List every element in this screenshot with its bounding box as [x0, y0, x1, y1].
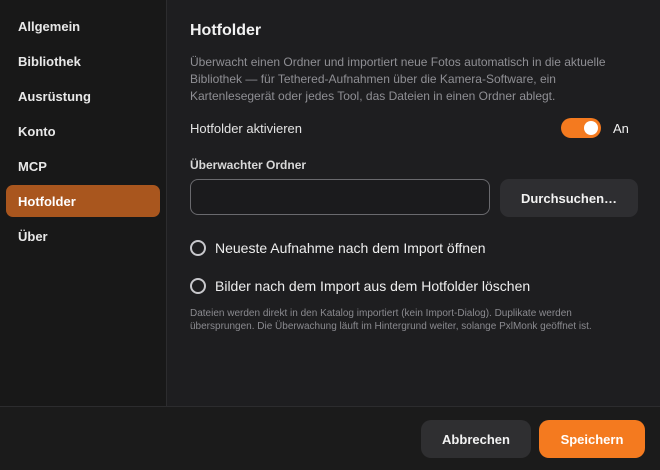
dialog-footer: Abbrechen Speichern: [0, 406, 660, 470]
page-title: Hotfolder: [190, 22, 262, 39]
option-delete-after-import-label: Bilder nach dem Import aus dem Hotfolder…: [215, 278, 531, 294]
sidebar-item-allgemein[interactable]: Allgemein: [6, 10, 160, 42]
cancel-button[interactable]: Abbrechen: [421, 420, 531, 458]
toggle-state-label: An: [613, 121, 629, 136]
hotfolder-toggle-label: Hotfolder aktivieren: [190, 121, 302, 136]
settings-sidebar: Allgemein Bibliothek Ausrüstung Konto MC…: [0, 0, 167, 406]
sidebar-item-mcp[interactable]: MCP: [6, 150, 160, 182]
sidebar-item-hotfolder[interactable]: Hotfolder: [6, 185, 160, 217]
sidebar-item-konto[interactable]: Konto: [6, 115, 160, 147]
sidebar-item-bibliothek[interactable]: Bibliothek: [6, 45, 160, 77]
option-delete-after-import[interactable]: Bilder nach dem Import aus dem Hotfolder…: [190, 276, 530, 296]
toggle-knob: [584, 121, 598, 135]
browse-button[interactable]: Durchsuchen…: [500, 179, 638, 217]
hotfolder-toggle-row: Hotfolder aktivieren An: [190, 118, 632, 138]
settings-panel: Hotfolder Überwacht einen Ordner und imp…: [168, 0, 660, 406]
sidebar-item-ausruestung[interactable]: Ausrüstung: [6, 80, 160, 112]
option-open-latest-label: Neueste Aufnahme nach dem Import öffnen: [215, 240, 486, 256]
sidebar-item-ueber[interactable]: Über: [6, 220, 160, 252]
save-button[interactable]: Speichern: [539, 420, 645, 458]
watched-folder-label: Überwachter Ordner: [190, 158, 307, 172]
watched-folder-input[interactable]: [190, 179, 490, 215]
option-delete-after-import-radio[interactable]: [190, 278, 206, 294]
info-note: Dateien werden direkt in den Katalog imp…: [190, 308, 592, 332]
option-open-latest-radio[interactable]: [190, 240, 206, 256]
page-description: Überwacht einen Ordner und importiert ne…: [190, 55, 606, 103]
option-open-latest[interactable]: Neueste Aufnahme nach dem Import öffnen: [190, 238, 486, 258]
hotfolder-toggle[interactable]: [561, 118, 601, 138]
